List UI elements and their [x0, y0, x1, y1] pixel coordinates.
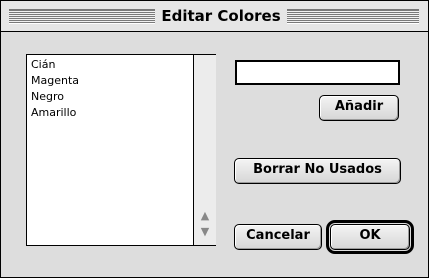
edit-colors-dialog: Editar Colores Cián Magenta Negro Amaril…	[0, 0, 429, 278]
colors-list-box[interactable]: Cián Magenta Negro Amarillo ▲ ▼	[26, 54, 216, 246]
title-bar-stripes-right	[287, 9, 419, 24]
dialog-title: Editar Colores	[161, 7, 281, 25]
list-item-cyan[interactable]: Cián	[27, 57, 193, 73]
clear-unused-button[interactable]: Borrar No Usados	[234, 158, 401, 184]
colors-list[interactable]: Cián Magenta Negro Amarillo	[27, 55, 193, 245]
ok-button[interactable]: OK	[330, 224, 410, 250]
cancel-button[interactable]: Cancelar	[234, 224, 322, 250]
list-item-magenta[interactable]: Magenta	[27, 73, 193, 89]
scroll-up-arrow-icon[interactable]: ▲	[197, 209, 213, 223]
title-bar[interactable]: Editar Colores	[1, 1, 428, 32]
scroll-down-arrow-icon[interactable]: ▼	[197, 225, 213, 239]
color-name-input[interactable]	[235, 60, 400, 85]
list-item-black[interactable]: Negro	[27, 89, 193, 105]
title-bar-stripes-left	[9, 9, 155, 24]
vertical-scrollbar[interactable]: ▲ ▼	[193, 55, 216, 245]
add-button[interactable]: Añadir	[319, 95, 399, 121]
list-item-yellow[interactable]: Amarillo	[27, 105, 193, 121]
